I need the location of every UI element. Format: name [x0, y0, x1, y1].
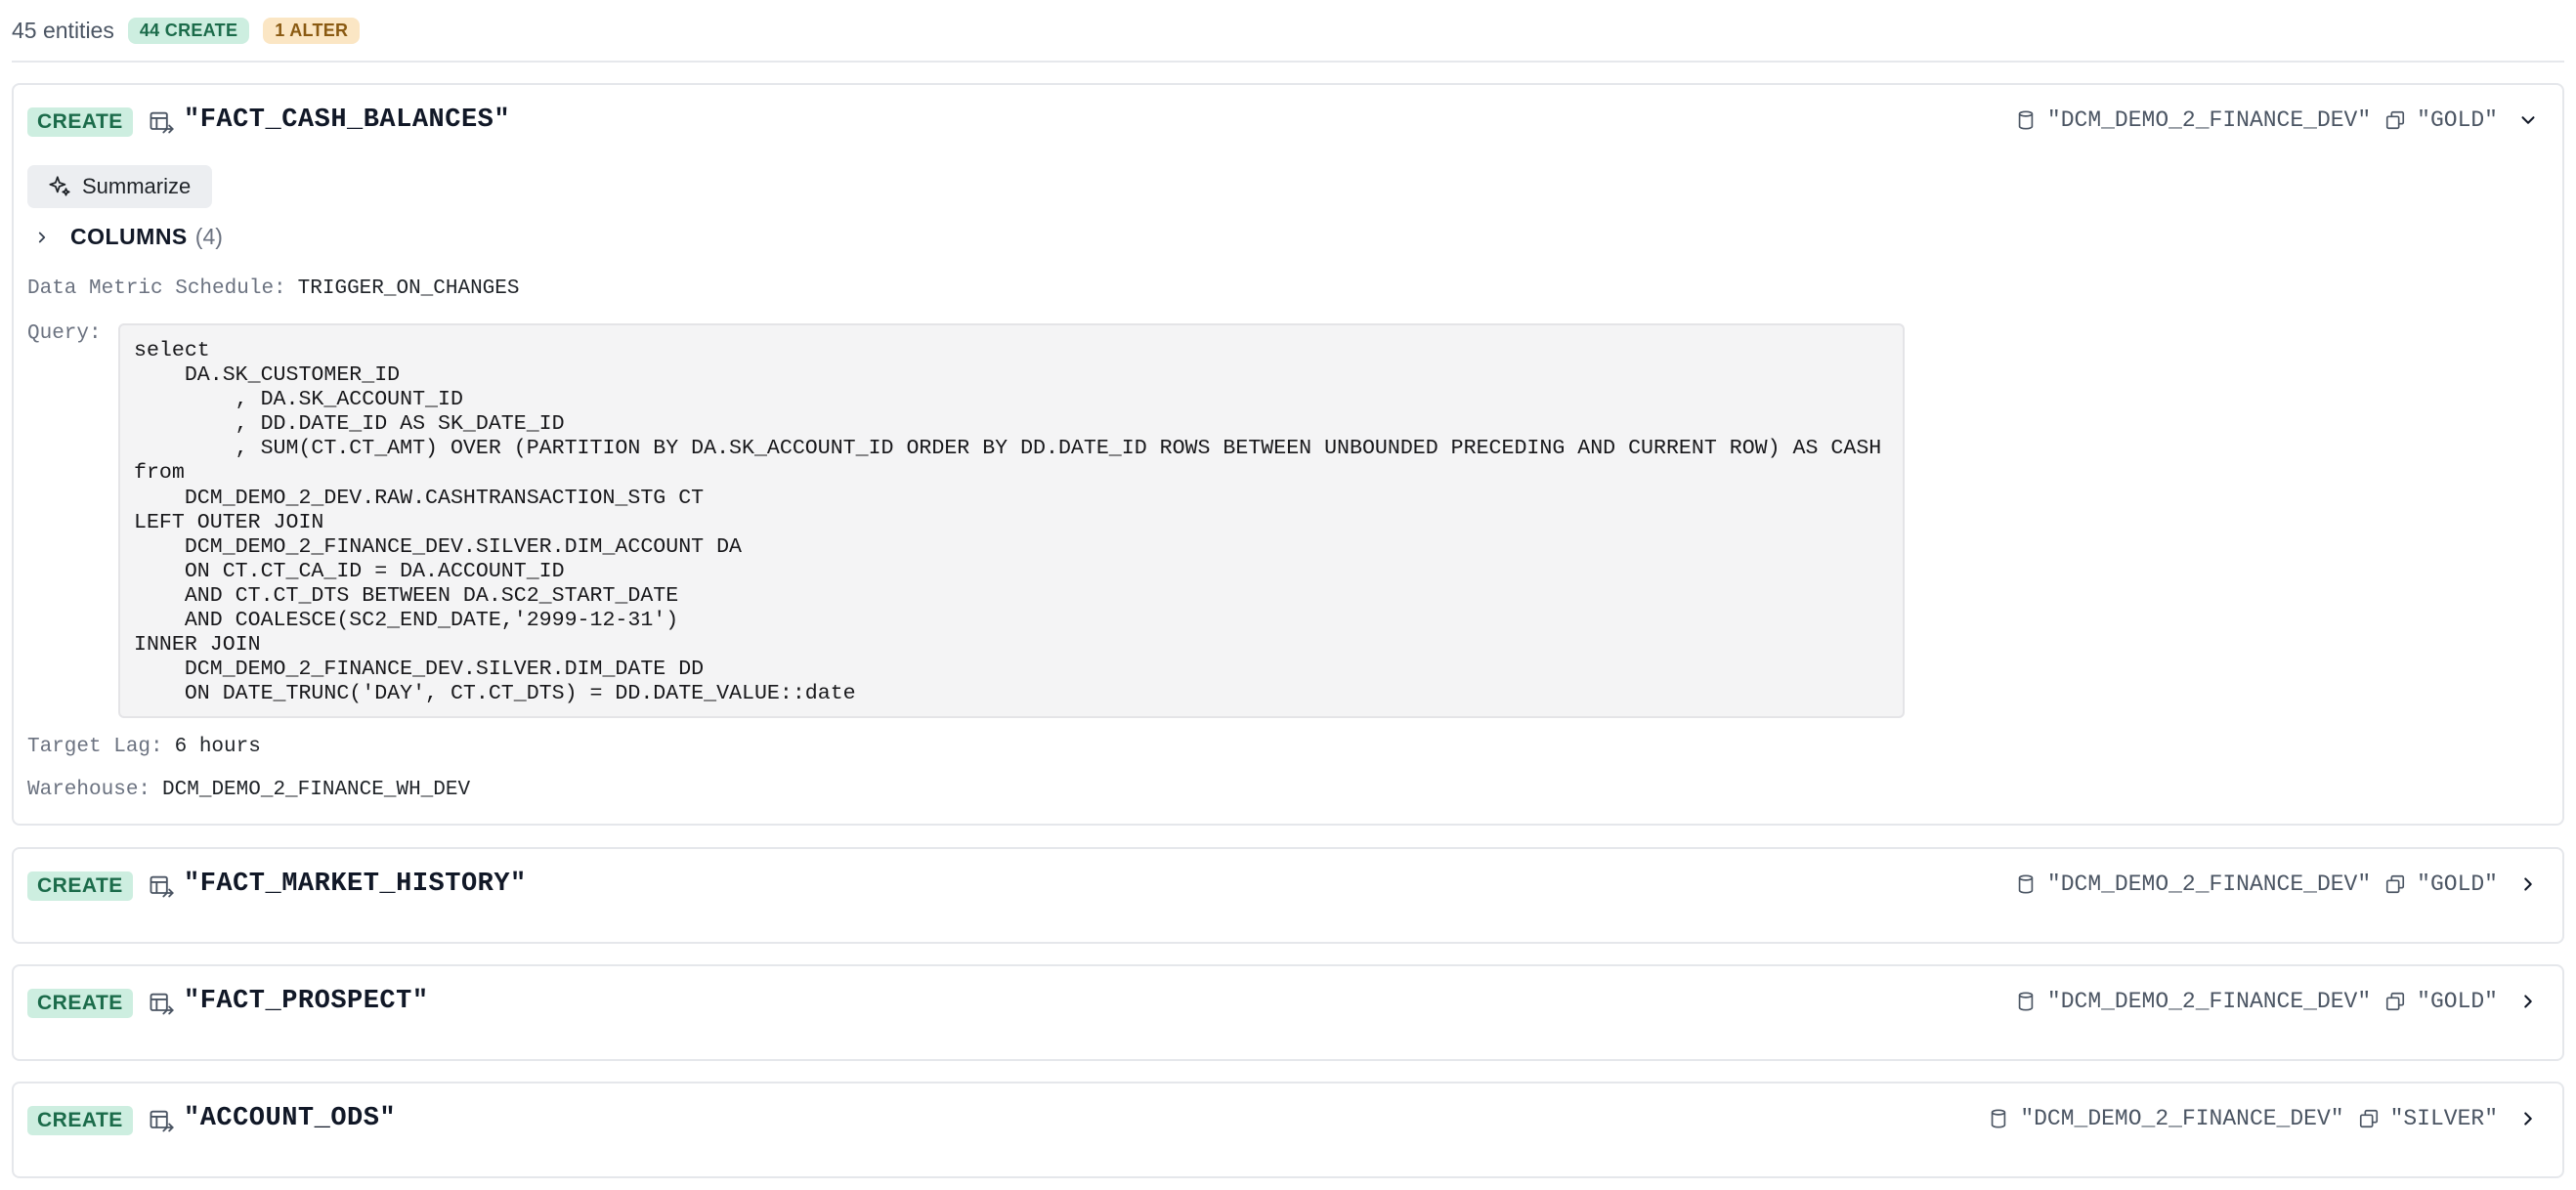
warehouse: Warehouse: DCM_DEMO_2_FINANCE_WH_DEV [27, 779, 470, 801]
chevron-right-icon[interactable] [2517, 1108, 2539, 1129]
chevron-right-icon[interactable] [2517, 991, 2539, 1012]
entity-card-account-ods[interactable]: CREATE "ACCOUNT_ODS" "DCM_DEMO_2_FINANCE… [12, 1082, 2564, 1178]
entity-name: "FACT_CASH_BALANCES" [184, 106, 511, 135]
columns-label: COLUMNS [70, 224, 188, 249]
chevron-right-icon[interactable] [2517, 873, 2539, 895]
database-name: "DCM_DEMO_2_FINANCE_DEV" [2046, 107, 2372, 133]
target-lag-value: 6 hours [174, 736, 261, 758]
columns-toggle[interactable]: COLUMNS (4) [33, 224, 223, 250]
data-metric-schedule: Data Metric Schedule: TRIGGER_ON_CHANGES [27, 277, 520, 300]
entity-card-fact-prospect[interactable]: CREATE "FACT_PROSPECT" "DCM_DEMO_2_FINAN… [12, 964, 2564, 1061]
schema-name: "GOLD" [2417, 871, 2498, 897]
action-badge: CREATE [27, 871, 133, 901]
chevron-right-icon [38, 232, 46, 242]
summary-bar: 45 entities 44 CREATE 1 ALTER [12, 0, 2564, 63]
entity-location: "DCM_DEMO_2_FINANCE_DEV" "GOLD" [2015, 984, 2539, 1019]
dms-label: Data Metric Schedule: [27, 277, 286, 300]
schema-icon [2386, 110, 2405, 130]
entity-card-fact-market-history[interactable]: CREATE "FACT_MARKET_HISTORY" "DCM_DEMO_2… [12, 847, 2564, 944]
query-text: select DA.SK_CUSTOMER_ID , DA.SK_ACCOUNT… [134, 339, 1882, 706]
dynamic-table-icon [150, 111, 174, 134]
columns-count: (4) [194, 224, 223, 249]
warehouse-label: Warehouse: [27, 779, 151, 801]
change-list: 45 entities 44 CREATE 1 ALTER CREATE "FA… [12, 0, 2564, 1178]
entity-location: "DCM_DEMO_2_FINANCE_DEV" "SILVER" [1988, 1101, 2539, 1136]
schema-icon [2359, 1109, 2378, 1128]
entity-card-fact-cash-balances: CREATE "FACT_CASH_BALANCES" "DCM_DEMO_2_… [12, 83, 2564, 826]
schema-name: "GOLD" [2417, 989, 2498, 1014]
entity-card-header[interactable]: CREATE "FACT_PROSPECT" "DCM_DEMO_2_FINAN… [14, 966, 2562, 1037]
entity-count: 45 entities [12, 17, 114, 43]
alter-count-badge: 1 ALTER [263, 17, 361, 44]
query-label: Query: [27, 322, 102, 345]
action-badge: CREATE [27, 1106, 133, 1135]
database-icon [1992, 1109, 2006, 1128]
summarize-button[interactable]: Summarize [27, 165, 213, 208]
warehouse-value: DCM_DEMO_2_FINANCE_WH_DEV [162, 779, 471, 801]
schema-name: "GOLD" [2417, 107, 2498, 133]
entity-name: "FACT_PROSPECT" [184, 987, 429, 1016]
entity-location: "DCM_DEMO_2_FINANCE_DEV" "GOLD" [2015, 103, 2539, 138]
database-icon [2018, 110, 2034, 130]
database-name: "DCM_DEMO_2_FINANCE_DEV" [2046, 989, 2372, 1014]
schema-icon [2386, 992, 2405, 1011]
entity-name: "FACT_MARKET_HISTORY" [184, 870, 527, 899]
schema-icon [2386, 874, 2405, 894]
dynamic-table-icon [150, 1110, 174, 1132]
schema-name: "SILVER" [2389, 1106, 2498, 1131]
database-icon [2018, 874, 2034, 894]
target-lag: Target Lag: 6 hours [27, 736, 261, 758]
entity-card-header[interactable]: CREATE "ACCOUNT_ODS" "DCM_DEMO_2_FINANCE… [14, 1084, 2562, 1154]
entity-card-header[interactable]: CREATE "FACT_CASH_BALANCES" "DCM_DEMO_2_… [14, 85, 2562, 155]
database-name: "DCM_DEMO_2_FINANCE_DEV" [2020, 1106, 2344, 1131]
dynamic-table-icon [150, 993, 174, 1015]
target-lag-label: Target Lag: [27, 736, 163, 758]
sparkle-icon [49, 176, 70, 196]
entity-location: "DCM_DEMO_2_FINANCE_DEV" "GOLD" [2015, 867, 2539, 902]
action-badge: CREATE [27, 989, 133, 1018]
database-name: "DCM_DEMO_2_FINANCE_DEV" [2046, 871, 2372, 897]
dynamic-table-icon [150, 875, 174, 898]
create-count-badge: 44 CREATE [127, 17, 250, 44]
query-code-block: select DA.SK_CUSTOMER_ID , DA.SK_ACCOUNT… [118, 323, 1905, 718]
chevron-down-icon[interactable] [2517, 109, 2539, 131]
dms-value: TRIGGER_ON_CHANGES [297, 277, 520, 300]
entity-name: "ACCOUNT_ODS" [184, 1104, 397, 1133]
database-icon [2018, 992, 2034, 1011]
entity-card-header[interactable]: CREATE "FACT_MARKET_HISTORY" "DCM_DEMO_2… [14, 849, 2562, 919]
summarize-label: Summarize [82, 174, 192, 198]
action-badge: CREATE [27, 107, 133, 137]
